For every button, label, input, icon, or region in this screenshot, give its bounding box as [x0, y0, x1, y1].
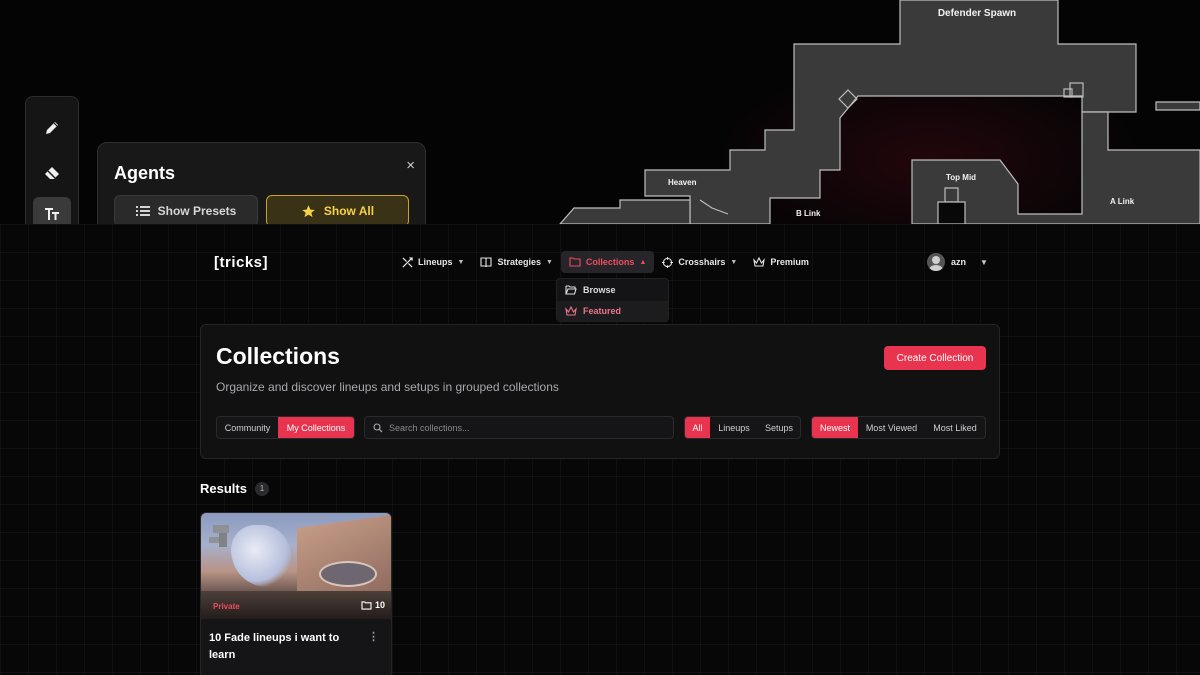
collections-dropdown: Browse Featured	[556, 278, 669, 322]
show-presets-label: Show Presets	[157, 204, 237, 218]
map-area-defender-spawn	[644, 0, 1137, 224]
nav-premium-label: Premium	[770, 257, 809, 267]
nav-strategies[interactable]: Strategies ▼	[472, 251, 560, 273]
pencil-tool-button[interactable]	[33, 111, 71, 145]
strategy-editor-strip: Defender Spawn Heaven B Link Top Mid A L…	[0, 0, 1200, 224]
sort-filter: Newest Most Viewed Most Liked	[811, 416, 986, 439]
eraser-tool-button[interactable]	[33, 155, 71, 189]
search-icon	[373, 422, 383, 432]
type-lineups-button[interactable]: Lineups	[710, 417, 758, 438]
map-area-right-ledge	[1155, 101, 1200, 111]
chevron-down-icon: ▼	[457, 258, 465, 266]
chevron-down-icon: ▼	[730, 258, 738, 266]
collection-thumbnail: Private 10	[201, 513, 391, 619]
folder-open-icon	[565, 285, 577, 295]
book-icon	[480, 256, 493, 267]
chevron-down-icon: ▼	[545, 258, 553, 266]
show-all-button[interactable]: Show All	[266, 195, 409, 224]
thumbnail-window	[319, 561, 377, 587]
dropdown-item-browse[interactable]: Browse	[557, 280, 668, 300]
results-count-badge: 1	[254, 481, 269, 496]
collections-app: [tricks] Lineups ▼ Strategies ▼ Collecti…	[0, 224, 1200, 675]
private-badge: Private	[213, 602, 240, 611]
lineup-count: 10	[361, 600, 385, 610]
map-label-defender-spawn: Defender Spawn	[938, 8, 1016, 19]
map-label-b-link: B Link	[796, 209, 821, 218]
thumbnail-smoke	[231, 525, 291, 587]
show-presets-button[interactable]: Show Presets	[114, 195, 258, 224]
site-logo[interactable]: [tricks]	[214, 254, 268, 271]
agents-panel: Agents × Show Presets Show All	[97, 142, 426, 224]
map-label-heaven: Heaven	[668, 178, 697, 187]
chevron-down-icon: ▼	[980, 257, 988, 267]
eraser-icon	[45, 167, 59, 179]
sort-newest-button[interactable]: Newest	[812, 417, 858, 438]
scope-community-button[interactable]: Community	[217, 417, 278, 438]
crosshair-icon	[662, 256, 674, 268]
main-nav: Lineups ▼ Strategies ▼ Collections ▲ Cro…	[394, 251, 817, 273]
create-collection-button[interactable]: Create Collection	[884, 346, 986, 370]
type-filter: All Lineups Setups	[684, 416, 801, 439]
crown-icon	[565, 306, 577, 316]
results-heading: Results 1	[200, 481, 269, 496]
nav-premium[interactable]: Premium	[745, 251, 817, 273]
collection-title[interactable]: 10 Fade lineups i want to learn	[209, 630, 359, 664]
nav-lineups[interactable]: Lineups ▼	[394, 251, 472, 273]
username: azn	[951, 257, 967, 267]
star-icon	[302, 204, 315, 217]
nav-collections[interactable]: Collections ▲	[560, 251, 655, 273]
drawing-tool-rail	[25, 96, 79, 224]
list-icon	[135, 206, 150, 216]
user-menu[interactable]: azn ▼	[927, 253, 988, 271]
minimap-icon	[209, 525, 229, 547]
text-tool-button[interactable]	[33, 197, 71, 224]
page-subtitle: Organize and discover lineups and setups…	[216, 380, 559, 394]
folder-icon	[361, 600, 372, 610]
nav-crosshairs[interactable]: Crosshairs ▼	[654, 251, 745, 273]
nav-strategies-label: Strategies	[497, 257, 541, 267]
search-input[interactable]	[389, 422, 669, 433]
dropdown-browse-label: Browse	[583, 285, 616, 295]
show-all-label: Show All	[323, 204, 375, 218]
chevron-up-icon: ▲	[639, 258, 647, 266]
scope-my-collections-button[interactable]: My Collections	[278, 417, 354, 438]
results-label: Results	[200, 481, 247, 496]
lineup-count-value: 10	[374, 600, 385, 610]
map-label-top-mid: Top Mid	[946, 173, 976, 182]
dropdown-item-featured[interactable]: Featured	[557, 301, 668, 321]
map-label-a-link: A Link	[1110, 197, 1135, 206]
search-box	[364, 416, 674, 439]
pencil-icon	[46, 122, 58, 134]
close-icon[interactable]: ×	[406, 157, 415, 174]
avatar	[927, 253, 945, 271]
kebab-menu-icon[interactable]: ⋮	[368, 630, 379, 643]
nav-lineups-label: Lineups	[418, 257, 453, 267]
map-area-top-mid-door	[937, 201, 966, 224]
type-all-button[interactable]: All	[685, 417, 710, 438]
sort-most-liked-button[interactable]: Most Liked	[925, 417, 985, 438]
dropdown-featured-label: Featured	[583, 306, 622, 316]
agents-panel-title: Agents	[114, 163, 176, 183]
map-area-heaven-lower	[559, 199, 691, 224]
type-setups-button[interactable]: Setups	[758, 417, 800, 438]
text-icon	[45, 208, 59, 220]
collection-card[interactable]: Private 10 10 Fade lineups i want to lea…	[200, 512, 392, 675]
crown-icon	[753, 257, 766, 267]
scope-toggle: Community My Collections	[216, 416, 355, 439]
collections-header-panel: Collections Organize and discover lineup…	[200, 324, 1000, 459]
nav-crosshairs-label: Crosshairs	[678, 257, 726, 267]
nav-collections-label: Collections	[585, 257, 635, 267]
page-title: Collections	[216, 343, 340, 369]
lineups-icon	[402, 256, 413, 268]
sort-most-viewed-button[interactable]: Most Viewed	[858, 417, 925, 438]
map-area-top-mid-box	[944, 187, 959, 203]
folder-icon	[569, 257, 581, 267]
